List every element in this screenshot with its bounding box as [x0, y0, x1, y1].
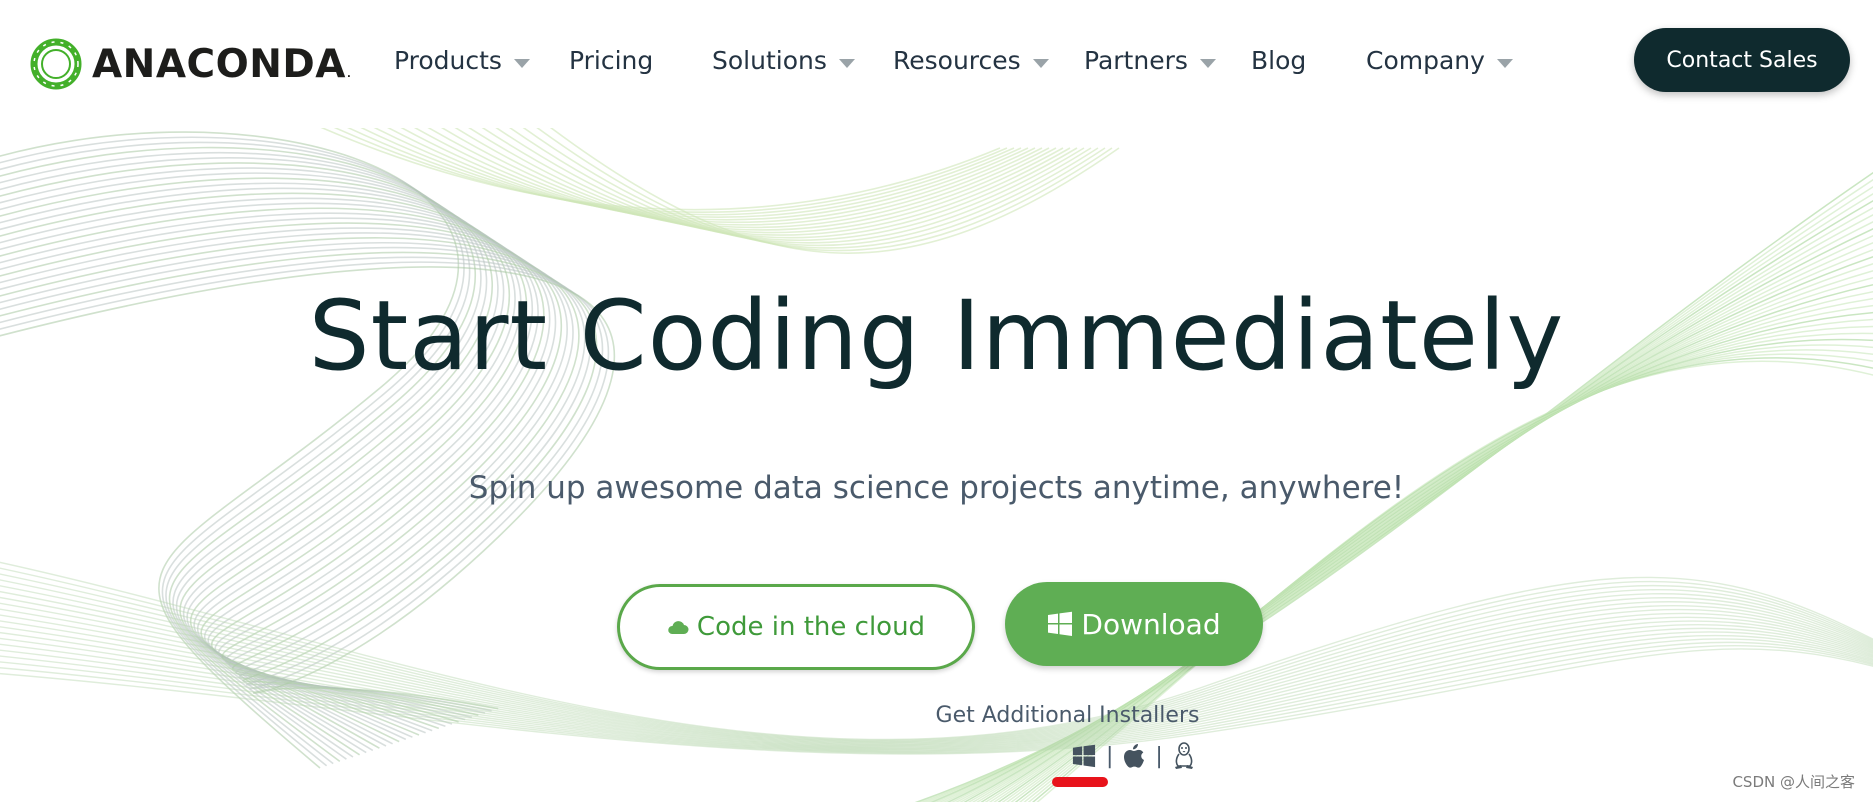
nav-blog[interactable]: Blog	[1251, 40, 1306, 80]
contact-sales-button[interactable]: Contact Sales	[1634, 28, 1850, 92]
nav-pricing[interactable]: Pricing	[569, 40, 653, 80]
anaconda-logo[interactable]: ANACONDA.	[28, 34, 351, 94]
nav-company[interactable]: Company	[1366, 40, 1513, 80]
nav-label: Pricing	[569, 45, 654, 75]
windows-icon	[1048, 611, 1073, 636]
separator: |	[1155, 743, 1163, 769]
windows-icon	[1072, 744, 1096, 768]
site-header: ANACONDA. Products Pricing Solutions Res…	[0, 0, 1873, 128]
anaconda-ring-icon	[30, 38, 82, 90]
nav-partners[interactable]: Partners	[1084, 40, 1216, 80]
windows-installer-link[interactable]	[1072, 744, 1096, 768]
code-in-cloud-label: Code in the cloud	[696, 612, 926, 642]
chevron-down-icon	[1032, 58, 1049, 68]
logo-wordmark: ANACONDA.	[92, 41, 352, 87]
nav-products[interactable]: Products	[394, 40, 530, 80]
linux-installer-link[interactable]	[1173, 742, 1195, 770]
apple-icon	[1124, 744, 1145, 768]
nav-solutions[interactable]: Solutions	[712, 40, 855, 80]
separator: |	[1106, 743, 1114, 769]
linux-icon	[1174, 742, 1193, 769]
hero-subtitle: Spin up awesome data science projects an…	[468, 470, 1405, 506]
hero-title: Start Coding Immediately	[308, 280, 1565, 392]
cloud-icon	[668, 621, 689, 634]
installer-os-links: | |	[1072, 740, 1195, 772]
chevron-down-icon	[1199, 58, 1216, 68]
download-label: Download	[1081, 607, 1221, 641]
chevron-down-icon	[1496, 58, 1513, 68]
mac-installer-link[interactable]	[1123, 743, 1145, 769]
nav-label: Resources	[893, 45, 1021, 75]
nav-label: Blog	[1251, 45, 1307, 75]
red-annotation-underline	[1052, 777, 1108, 787]
nav-label: Products	[394, 45, 502, 75]
additional-installers-label: Get Additional Installers	[935, 703, 1200, 728]
watermark: CSDN @人间之客	[1732, 773, 1855, 791]
download-button[interactable]: Download	[1005, 582, 1263, 666]
chevron-down-icon	[838, 58, 855, 68]
nav-label: Solutions	[712, 45, 827, 75]
nav-label: Partners	[1084, 45, 1188, 75]
code-in-cloud-button[interactable]: Code in the cloud	[617, 584, 975, 670]
nav-resources[interactable]: Resources	[893, 40, 1049, 80]
nav-label: Company	[1366, 45, 1485, 75]
chevron-down-icon	[513, 58, 530, 68]
